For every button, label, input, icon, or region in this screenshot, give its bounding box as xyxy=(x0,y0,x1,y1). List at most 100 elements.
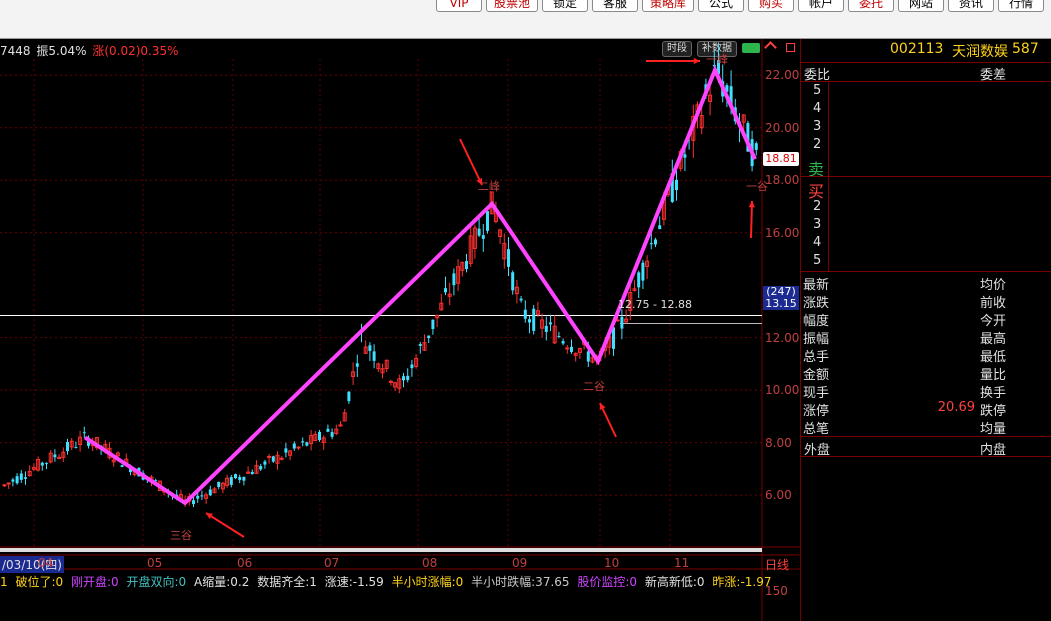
zigzag-polyline xyxy=(83,64,757,506)
price-tick-label: 10.00 xyxy=(765,383,800,398)
candle-body xyxy=(658,225,662,230)
candle-body xyxy=(410,364,414,369)
price-tick-label: 16.00 xyxy=(765,225,800,240)
stock-header: 002113 天润数娱 587 xyxy=(800,41,1051,61)
stat-label: 涨停 xyxy=(803,404,830,419)
stat-label: 总笔 xyxy=(803,422,830,437)
stat-label: 涨跌 xyxy=(803,296,830,311)
candle-body xyxy=(372,351,376,361)
annotation-valley-3: 三谷 xyxy=(170,529,192,542)
toolbar-button[interactable]: VIP xyxy=(436,0,482,12)
candle-body xyxy=(82,432,86,434)
stat-label: 总手 xyxy=(803,350,830,365)
annotation-valley-2: 二谷 xyxy=(583,380,605,393)
candle-body xyxy=(754,143,758,150)
candle-body xyxy=(347,391,351,402)
candle-body xyxy=(637,272,641,288)
candle-body xyxy=(355,363,359,367)
toolbar-button[interactable]: 股票池 xyxy=(486,0,539,12)
candle-body xyxy=(66,442,69,452)
candle-body xyxy=(217,481,221,488)
candle-body xyxy=(284,448,288,453)
annotation-arrow-head xyxy=(748,201,756,208)
price-range-text: 12.75 - 12.88 xyxy=(618,298,692,311)
candle-body xyxy=(234,474,237,479)
month-tick-label: 10 xyxy=(604,556,620,570)
indicator-shrink: A缩量:0.2 xyxy=(194,575,250,589)
toolbar-button[interactable]: 资讯 xyxy=(948,0,995,12)
zigzag-line xyxy=(83,64,757,506)
toolbar-button[interactable]: 客服 xyxy=(592,0,639,12)
candle-body xyxy=(431,319,435,329)
candle-body xyxy=(570,346,573,352)
toolbar-button[interactable]: 公式 xyxy=(698,0,745,12)
stat-label-right: 最高 xyxy=(980,332,1007,347)
candlestick-series xyxy=(2,43,758,508)
month-tick-label: 07 xyxy=(324,556,340,570)
candle-body xyxy=(45,462,48,464)
stat-row: 涨停 20.69 跌停 xyxy=(800,400,1051,419)
stat-row: 现手 换手 xyxy=(800,382,1051,401)
sell-level: 4 xyxy=(813,101,822,116)
candle-body xyxy=(452,273,456,286)
price-tick-label: 22.00 xyxy=(765,68,800,83)
stat-label: 金额 xyxy=(803,368,830,383)
toolbar-button-row: VIP 股票池 锁定 客服 策略库 公式 购买 帐户 委托 网站 资讯 行情 xyxy=(436,0,1045,12)
price-tick-label: 12.00 xyxy=(765,330,800,345)
toolbar-button[interactable]: 网站 xyxy=(898,0,945,12)
toolbar-button[interactable]: 委托 xyxy=(848,0,895,12)
candle-body xyxy=(528,319,531,323)
candle-body xyxy=(208,489,212,496)
indicator-break: 破位了:0 xyxy=(15,575,64,589)
candle-body xyxy=(557,336,561,338)
candle-body xyxy=(402,376,405,381)
candle-body xyxy=(675,179,678,190)
price-tick-label: 18.00 xyxy=(765,173,800,188)
candle-body xyxy=(2,484,7,487)
indicator-halfhour-up: 半小时涨幅:0 xyxy=(391,575,464,589)
stat-label-right: 最低 xyxy=(980,350,1007,365)
candle-body xyxy=(620,316,624,329)
candle-body xyxy=(271,456,275,462)
candle-body xyxy=(549,322,552,325)
annotation-arrow xyxy=(205,512,245,538)
stat-label-right: 前收 xyxy=(980,296,1007,311)
stat-value: 20.69 xyxy=(937,400,975,415)
month-tick-label: 08 xyxy=(422,556,438,570)
month-tick-label: 11 xyxy=(674,556,690,570)
annotation-peak-1: 一峰 xyxy=(706,53,728,66)
candle-body xyxy=(259,466,263,470)
candle-body xyxy=(544,325,548,332)
buy-level: 2 xyxy=(813,199,822,214)
buy-level: 3 xyxy=(813,217,822,232)
grid-lines xyxy=(0,39,800,621)
candle-body xyxy=(263,461,267,465)
toolbar-button[interactable]: 行情 xyxy=(998,0,1045,12)
stat-row: 幅度 今开 xyxy=(800,310,1051,329)
candle-body xyxy=(565,347,570,350)
indicator-speed: 涨速:-1.59 xyxy=(324,575,384,589)
buy-level: 5 xyxy=(813,253,822,268)
candle-body xyxy=(229,477,233,485)
toolbar-button[interactable]: 策略库 xyxy=(642,0,695,12)
candle-body xyxy=(465,261,468,270)
period-label[interactable]: 日线 xyxy=(765,556,789,573)
month-tick-label: 09 xyxy=(512,556,528,570)
top-toolbar: VIP 股票池 锁定 客服 策略库 公式 购买 帐户 委托 网站 资讯 行情 xyxy=(0,0,1051,39)
toolbar-button[interactable]: 帐户 xyxy=(798,0,845,12)
candle-body xyxy=(418,344,422,346)
candle-body xyxy=(326,428,330,432)
candle-body xyxy=(330,432,334,437)
candle-body xyxy=(477,228,481,236)
toolbar-button[interactable]: 购买 xyxy=(748,0,795,12)
month-tick-label: 06 xyxy=(237,556,253,570)
candle-body xyxy=(15,476,19,484)
stat-label-right: 跌停 xyxy=(980,404,1007,419)
candle-body xyxy=(53,454,57,458)
stat-label: 振幅 xyxy=(803,332,830,347)
candle-body xyxy=(406,375,410,380)
candle-body xyxy=(481,235,485,239)
toolbar-button[interactable]: 锁定 xyxy=(542,0,589,12)
candle-body xyxy=(200,495,204,497)
stat-label: 现手 xyxy=(803,386,830,401)
